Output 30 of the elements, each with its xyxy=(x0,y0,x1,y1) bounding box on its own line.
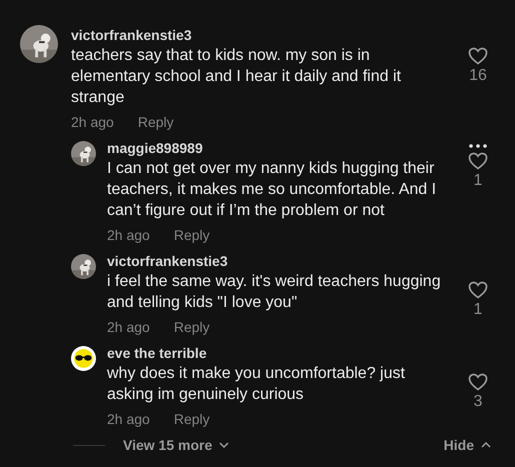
timestamp: 2h ago xyxy=(107,410,150,429)
reply-link[interactable]: Reply xyxy=(138,112,174,132)
more-options-icon[interactable] xyxy=(469,144,487,148)
username[interactable]: eve the terrible xyxy=(107,343,207,363)
like-count: 16 xyxy=(469,66,487,86)
reply-link[interactable]: Reply xyxy=(174,225,210,245)
timestamp: 2h ago xyxy=(107,226,150,245)
chevron-down-icon xyxy=(219,442,230,448)
heart-icon[interactable] xyxy=(468,373,488,391)
view-more-button[interactable]: View 15 more xyxy=(123,437,230,453)
timestamp: 2h ago xyxy=(107,318,150,337)
hide-button[interactable]: Hide xyxy=(444,437,491,453)
heart-icon[interactable] xyxy=(468,47,488,65)
username[interactable]: maggie898989 xyxy=(107,138,203,158)
username[interactable]: victorfrankenstie3 xyxy=(107,251,228,271)
username[interactable]: victorfrankenstie3 xyxy=(71,25,192,45)
timestamp: 2h ago xyxy=(71,113,114,132)
comment-text: I can not get over my nanny kids hugging their teachers, it makes me so uncomfortable. And I can’t figure out if I’m the problem or not xyxy=(107,159,438,221)
comment-text: i feel the same way. it's weird teachers hugging and telling kids "I love you" xyxy=(107,272,442,313)
heart-icon[interactable] xyxy=(468,152,488,170)
heart-icon[interactable] xyxy=(468,281,488,299)
like-count: 1 xyxy=(474,300,482,320)
comment-text: why does it make you uncomfortable? just asking im genuinely curious xyxy=(107,364,406,405)
reply-link[interactable]: Reply xyxy=(174,409,210,429)
like-count: 3 xyxy=(474,392,482,412)
like-count: 1 xyxy=(474,171,482,191)
reply-link[interactable]: Reply xyxy=(174,317,210,337)
sunglasses-face-icon xyxy=(71,346,96,371)
comment-text: teachers say that to kids now. my son is in elementary school and I hear it daily and find it strange xyxy=(71,46,402,108)
chevron-up-icon xyxy=(481,442,491,448)
